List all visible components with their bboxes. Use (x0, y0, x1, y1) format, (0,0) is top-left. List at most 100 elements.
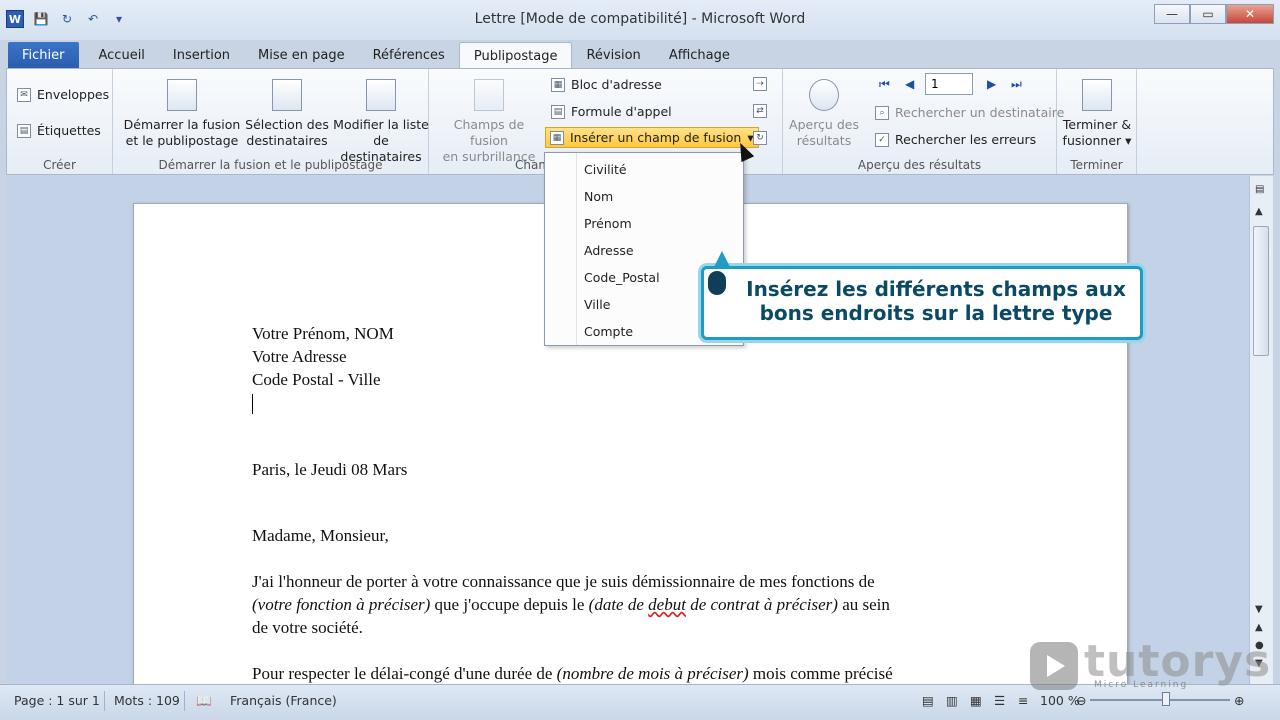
greeting-line-icon: ▤ (551, 104, 565, 119)
match-fields-icon[interactable]: ⇄ (753, 104, 767, 118)
zoom-level[interactable]: 100 % (1040, 693, 1080, 708)
menu-item-code-postal[interactable]: Code_Postal (584, 270, 660, 285)
menu-item-ville[interactable]: Ville (584, 297, 610, 312)
tab-accueil[interactable]: Accueil (85, 42, 159, 69)
menu-item-civilite[interactable]: Civilité (584, 162, 627, 177)
p1-text-a: J'ai l'honneur de porter à votre connais… (252, 572, 875, 592)
enveloppes-button[interactable]: ✉ Enveloppes (17, 87, 109, 102)
print-layout-icon[interactable]: ▤ (922, 693, 934, 708)
recipients-icon (272, 79, 302, 111)
sender-city-line: Code Postal - Ville (252, 370, 381, 389)
maximize-icon[interactable]: ▭ (1190, 4, 1226, 24)
etiquettes-label: Étiquettes (37, 123, 101, 138)
play-icon (1030, 642, 1078, 690)
draft-icon[interactable]: ≡ (1018, 693, 1028, 708)
mail-merge-document-icon (167, 79, 197, 111)
etiquettes-button[interactable]: ▤ Étiquettes (17, 123, 101, 138)
terminer-label-2: fusionner (1062, 133, 1122, 148)
formule-appel-button[interactable]: ▤ Formule d'appel (551, 104, 672, 119)
selection-destinataires-button[interactable]: Sélection des destinataires (239, 79, 335, 149)
previous-page-icon[interactable]: ▲ (1255, 622, 1263, 633)
language-indicator[interactable]: Français (France) (230, 693, 337, 708)
previous-record-icon[interactable]: ◀ (905, 77, 914, 91)
full-screen-reading-icon[interactable]: ▥ (946, 693, 958, 708)
paragraph-1: J'ai l'honneur de porter à votre connais… (252, 570, 1012, 639)
p1-text-f: au sein (837, 595, 890, 615)
next-record-icon[interactable]: ▶ (987, 77, 996, 91)
p1-italic-date-b: de contrat à préciser) (685, 595, 838, 615)
document-text[interactable]: Votre Prénom, NOM Votre Adresse Code Pos… (252, 322, 1012, 684)
group-terminer: Terminer & fusionner ▾ Terminer (1057, 69, 1137, 174)
inserer-champ-fusion-button[interactable]: ▦ Insérer un champ de fusion ▾ (545, 127, 759, 148)
close-icon[interactable]: ✕ (1226, 4, 1274, 24)
tab-revision[interactable]: Révision (572, 42, 654, 69)
demarrer-fusion-label: Démarrer la fusion (123, 117, 241, 132)
callout-text: Insérez les différents champs aux bons e… (734, 277, 1138, 325)
zoom-in-icon[interactable]: ⊕ (1234, 693, 1244, 708)
outline-icon[interactable]: ☰ (994, 693, 1005, 708)
minimize-icon[interactable]: — (1154, 4, 1190, 24)
apercu-resultats-button[interactable]: Aperçu des résultats (785, 79, 863, 149)
first-record-icon[interactable]: ⏮ (879, 77, 890, 92)
tab-references[interactable]: Références (359, 42, 459, 69)
update-labels-icon[interactable]: ↻ (753, 131, 767, 145)
labels-icon: ▤ (17, 123, 31, 138)
insert-field-icon: ▦ (550, 130, 564, 145)
rules-icon[interactable]: ⇢ (753, 77, 767, 91)
menu-item-nom[interactable]: Nom (584, 189, 613, 204)
rechercher-erreurs-button[interactable]: ✓ Rechercher les erreurs (875, 132, 1036, 147)
surbrillance-label: Champs de fusion (453, 117, 525, 148)
zoom-slider[interactable] (1090, 699, 1230, 701)
vertical-scrollbar[interactable]: ▤ ▲ ▼ ▲ ● ▼ (1249, 176, 1273, 684)
title-bar: W 💾 ↻ ↶ ▾ Lettre [Mode de compatibilité]… (0, 0, 1280, 40)
preview-results-icon (809, 79, 839, 111)
proofing-icon[interactable]: 📖 (196, 693, 212, 709)
surbrillance-button[interactable]: Champs de fusion en surbrillance (433, 79, 545, 165)
group-label-demarrer: Démarrer la fusion et le publipostage (158, 158, 383, 172)
menu-item-compte[interactable]: Compte (584, 324, 633, 339)
apercu-label: Aperçu des (789, 117, 859, 132)
menu-separator (576, 153, 577, 345)
p2-text-c: mois comme précisé (748, 664, 893, 684)
scroll-down-icon[interactable]: ▼ (1255, 604, 1263, 615)
p2-italic-mois: (nombre de mois à préciser) (556, 664, 749, 684)
last-record-icon[interactable]: ⏭ (1011, 77, 1022, 92)
terminer-fusionner-button[interactable]: Terminer & fusionner ▾ (1057, 79, 1137, 149)
edit-list-icon (366, 79, 396, 111)
selection-label-2: destinataires (246, 133, 328, 148)
group-demarrer: Démarrer la fusion et le publipostage Sé… (113, 69, 429, 174)
menu-item-adresse[interactable]: Adresse (584, 243, 634, 258)
group-label-terminer: Terminer (1070, 158, 1123, 172)
terminer-label: Terminer & (1062, 117, 1132, 132)
greeting-line: Madame, Monsieur, (252, 526, 389, 546)
inserer-champ-label: Insérer un champ de fusion (570, 130, 742, 145)
tab-insertion[interactable]: Insertion (159, 42, 244, 69)
bloc-adresse-button[interactable]: ▦ Bloc d'adresse (551, 77, 662, 92)
ruler-toggle-icon[interactable]: ▤ (1255, 184, 1264, 195)
apercu-label-2: résultats (796, 133, 852, 148)
word-count[interactable]: Mots : 109 (114, 693, 180, 708)
callout-line-1: Insérez les différents champs aux (746, 277, 1126, 301)
rechercher-destinataire-label: Rechercher un destinataire (895, 105, 1065, 120)
rechercher-destinataire-button[interactable]: ⌕ Rechercher un destinataire (875, 105, 1064, 120)
tab-fichier[interactable]: Fichier (8, 42, 79, 69)
demarrer-fusion-button[interactable]: Démarrer la fusion et le publipostage (119, 79, 245, 149)
scrollbar-thumb[interactable] (1253, 226, 1269, 356)
find-recipient-icon: ⌕ (875, 105, 889, 120)
tab-publipostage[interactable]: Publipostage (458, 42, 573, 69)
menu-item-prenom[interactable]: Prénom (584, 216, 632, 231)
date-line: Paris, le Jeudi 08 Mars (252, 460, 408, 480)
tab-mise-en-page[interactable]: Mise en page (244, 42, 359, 69)
web-layout-icon[interactable]: ▦ (970, 693, 982, 708)
zoom-slider-knob[interactable] (1162, 692, 1170, 706)
modifier-liste-button[interactable]: Modifier la liste de destinataires (331, 79, 431, 165)
zoom-out-icon[interactable]: ⊖ (1076, 693, 1086, 708)
page-count[interactable]: Page : 1 sur 1 (14, 693, 100, 708)
scroll-up-icon[interactable]: ▲ (1255, 206, 1263, 217)
group-label-apercu: Aperçu des résultats (857, 158, 982, 172)
record-number-field[interactable]: 1 (925, 73, 973, 95)
tab-affichage[interactable]: Affichage (655, 42, 744, 69)
finish-merge-icon (1082, 79, 1112, 111)
address-block-icon: ▦ (551, 77, 565, 92)
bloc-adresse-label: Bloc d'adresse (571, 77, 662, 92)
